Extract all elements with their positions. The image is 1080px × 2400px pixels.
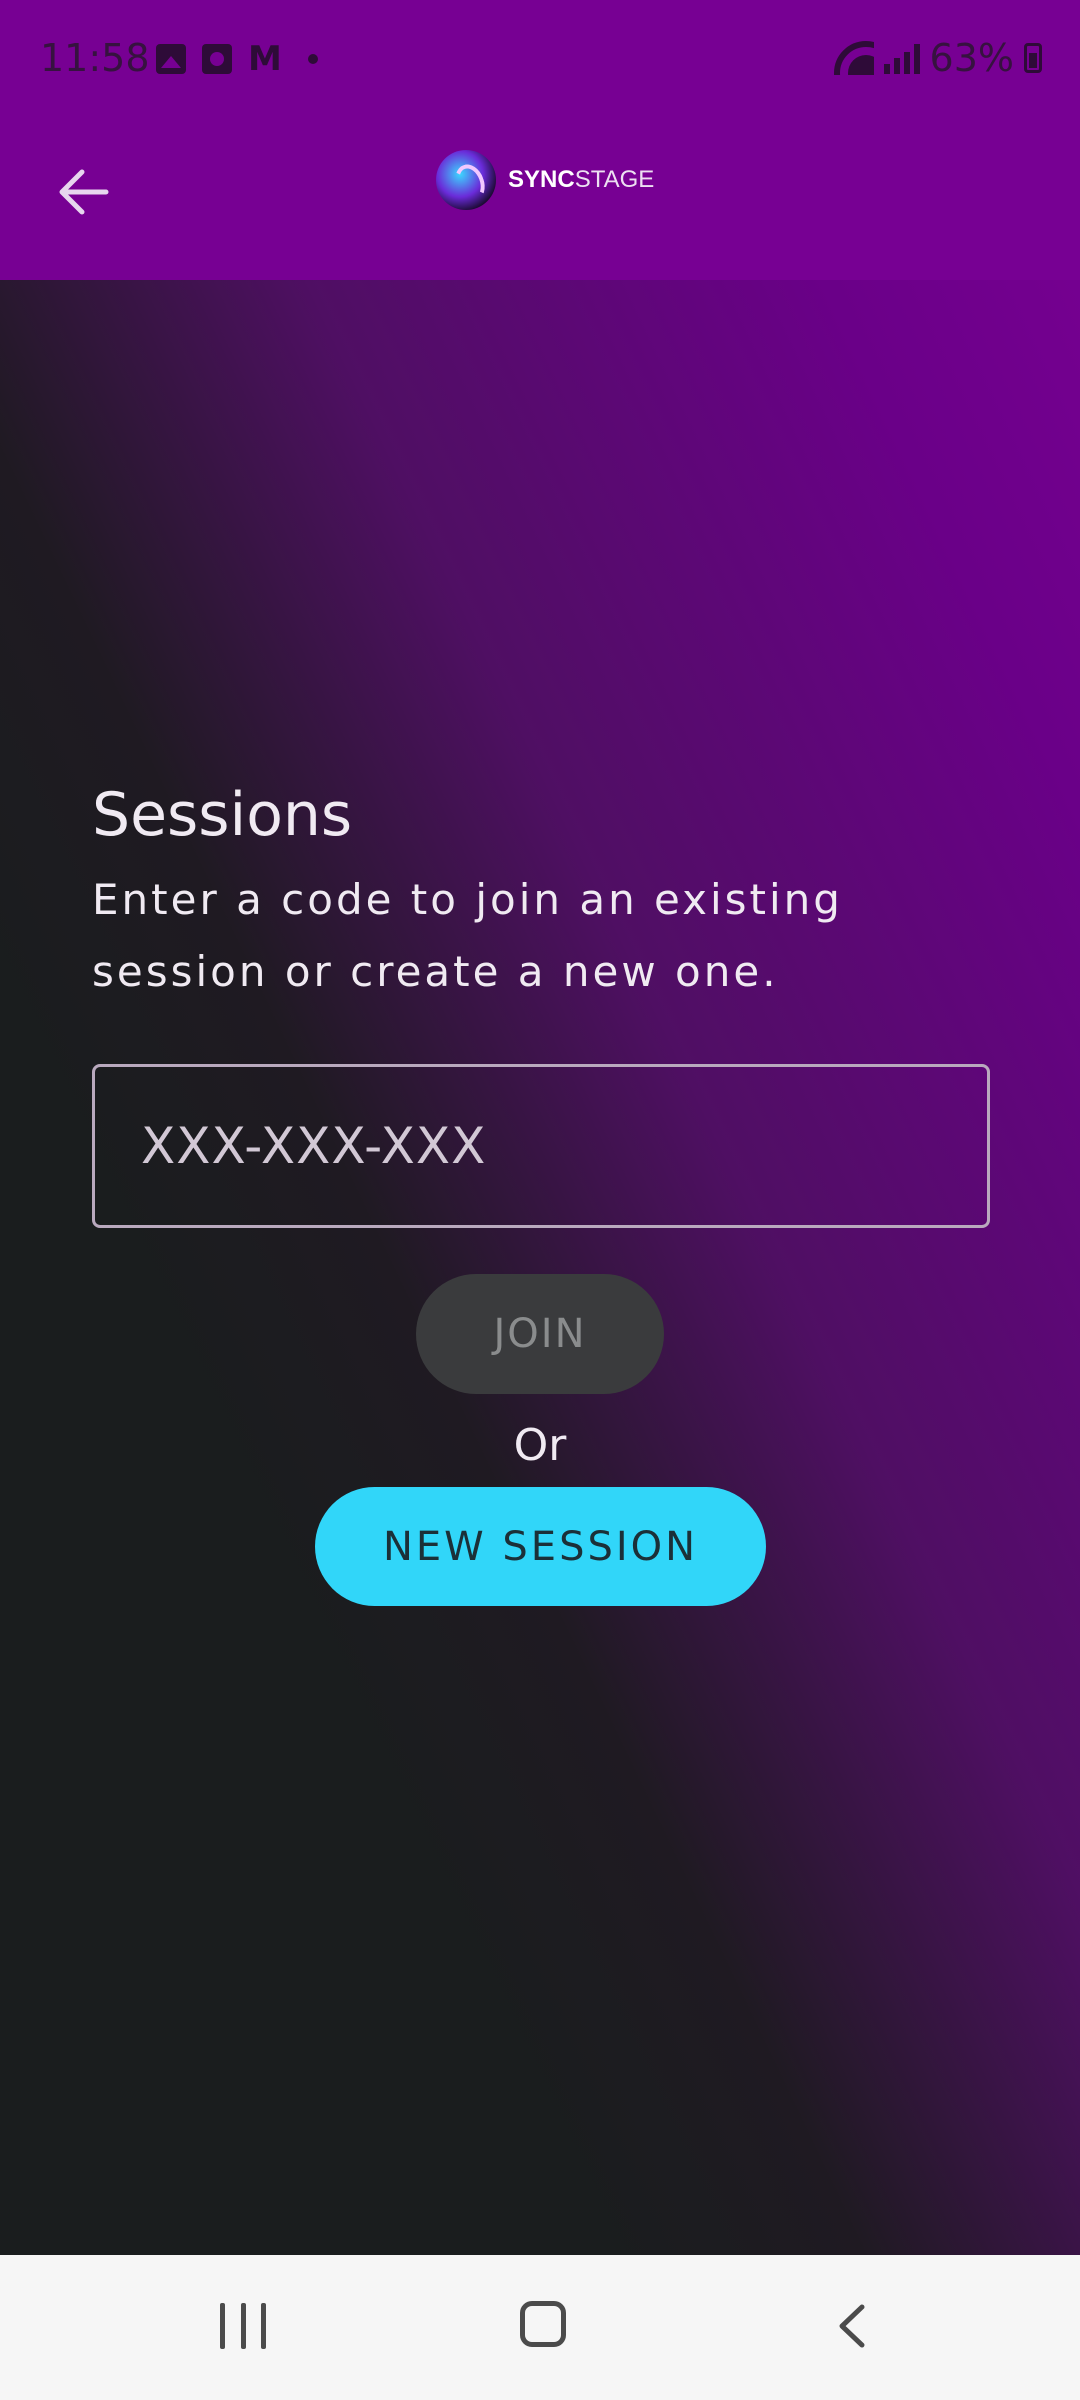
back-icon[interactable] bbox=[830, 2303, 876, 2349]
system-nav-bar bbox=[0, 2255, 1080, 2400]
logo-icon bbox=[436, 150, 496, 210]
app-bar: SYNCSTAGE bbox=[0, 120, 1080, 280]
back-button[interactable] bbox=[52, 160, 116, 224]
status-notification-icons: M bbox=[156, 39, 318, 79]
logo-text-bold: SYNC bbox=[508, 166, 575, 193]
app-logo: SYNCSTAGE bbox=[436, 150, 654, 210]
gallery-icon bbox=[156, 44, 186, 74]
or-separator: Or bbox=[513, 1420, 567, 1471]
logo-text-light: STAGE bbox=[574, 166, 655, 193]
logo-text: SYNCSTAGE bbox=[508, 166, 654, 194]
wifi-icon bbox=[833, 41, 874, 75]
status-system-icons: 63% bbox=[833, 36, 1042, 80]
new-session-button[interactable]: NEW SESSION bbox=[315, 1487, 766, 1606]
gmail-icon: M bbox=[248, 39, 282, 79]
recent-apps-icon[interactable] bbox=[220, 2303, 266, 2349]
arrow-left-icon bbox=[59, 169, 109, 215]
home-icon[interactable] bbox=[520, 2301, 566, 2347]
camera-icon bbox=[202, 44, 232, 74]
signal-icon bbox=[883, 42, 920, 74]
join-button[interactable]: JOIN bbox=[416, 1274, 664, 1394]
sessions-header: Sessions Enter a code to join an existin… bbox=[92, 780, 992, 1008]
session-code-input[interactable] bbox=[92, 1064, 990, 1228]
status-bar: 11:58 M 63% bbox=[0, 0, 1080, 120]
notification-dot-icon bbox=[307, 54, 318, 64]
page-subtitle: Enter a code to join an existing session… bbox=[92, 875, 843, 996]
status-time: 11:58 bbox=[40, 36, 150, 80]
page-title: Sessions bbox=[92, 780, 353, 850]
battery-percent: 63% bbox=[929, 36, 1014, 80]
battery-icon bbox=[1024, 43, 1042, 73]
